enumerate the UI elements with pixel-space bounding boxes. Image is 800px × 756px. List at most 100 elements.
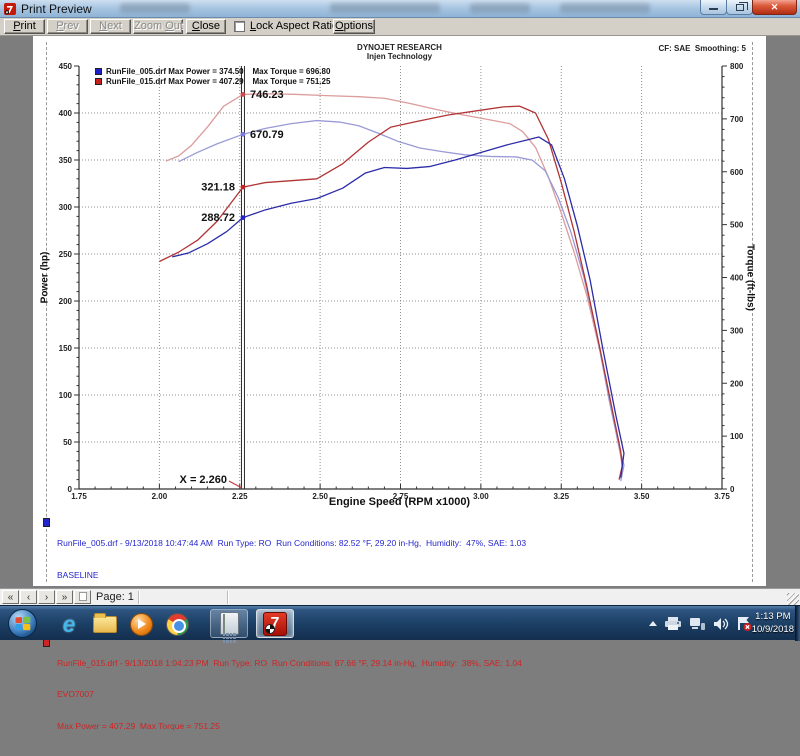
restore-icon xyxy=(735,1,748,11)
svg-text:300: 300 xyxy=(730,326,744,335)
svg-text:150: 150 xyxy=(59,344,73,353)
run-swatch-blue xyxy=(43,518,50,527)
svg-text:600: 600 xyxy=(730,168,744,177)
svg-text:100: 100 xyxy=(730,432,744,441)
close-icon: ✕ xyxy=(770,1,779,12)
run-line3: Max Power = 407.29 Max Torque = 751.25 xyxy=(57,720,220,731)
cursor-value-label: 321.18 xyxy=(201,182,235,194)
right-axis-title: Torque (ft-lbs) xyxy=(744,243,756,312)
folder-icon xyxy=(93,612,117,633)
legend-row-baseline: RunFile_005.drf Max Power = 374.50 Max T… xyxy=(95,66,330,76)
zoom-out-button[interactable]: Zoom Out xyxy=(133,19,183,34)
titlebar-glass-smudge xyxy=(120,3,190,13)
legend-label: RunFile_005.drf Max Power = 374.50 Max T… xyxy=(106,66,331,76)
calculator-icon xyxy=(219,612,239,643)
svg-text:300: 300 xyxy=(59,203,73,212)
last-page-button[interactable]: » xyxy=(56,590,73,604)
titlebar: Print Preview ✕ xyxy=(0,0,800,18)
system-tray xyxy=(649,606,752,641)
next-page-button[interactable]: › xyxy=(38,590,55,604)
taskbar-clock[interactable]: 1:13 PM 10/9/2018 xyxy=(752,610,794,636)
prev-button[interactable]: Prev xyxy=(47,19,88,34)
svg-text:800: 800 xyxy=(730,62,744,71)
legend-label: RunFile_015.drf Max Power = 407.29 Max T… xyxy=(106,76,331,86)
restore-button[interactable] xyxy=(726,0,753,15)
cursor-value-label: 670.79 xyxy=(250,129,284,141)
taskbar: e 7 1:13 PM 10/9/2018 xyxy=(0,605,800,643)
cursor-value-label: 746.23 xyxy=(250,89,284,101)
run-line2: BASELINE xyxy=(57,569,99,580)
chart-legend: RunFile_005.drf Max Power = 374.50 Max T… xyxy=(95,66,330,86)
network-icon[interactable] xyxy=(689,617,706,631)
statusbar-separator xyxy=(227,591,228,604)
series-line-runfile_005-torque xyxy=(178,119,625,482)
taskbar-item-explorer[interactable] xyxy=(88,611,122,637)
svg-text:200: 200 xyxy=(730,379,744,388)
action-center-flag-icon[interactable] xyxy=(736,616,752,631)
legend-swatch-blue xyxy=(95,67,102,75)
media-player-icon xyxy=(129,612,153,636)
statusbar-separator xyxy=(138,591,139,604)
options-button[interactable]: Options xyxy=(333,19,375,34)
cursor-value-label: 288.72 xyxy=(201,212,235,224)
prev-page-button[interactable]: ‹ xyxy=(20,590,37,604)
run-info-evo7007: RunFile_015.drf - 9/13/2018 1:04:23 PM R… xyxy=(43,637,526,753)
legend-swatch-red xyxy=(95,77,102,85)
windows-logo-icon xyxy=(15,616,31,631)
printer-icon[interactable] xyxy=(664,616,682,631)
svg-text:100: 100 xyxy=(59,391,73,400)
svg-text:450: 450 xyxy=(59,62,73,71)
run-line2: EVO7007 xyxy=(57,689,94,699)
app-icon xyxy=(4,3,16,15)
volume-icon[interactable] xyxy=(713,617,729,631)
close-button[interactable]: Close xyxy=(186,19,226,34)
svg-text:200: 200 xyxy=(59,297,73,306)
run-line1: RunFile_005.drf - 9/13/2018 10:47:44 AM … xyxy=(57,538,527,548)
print-preview-toolbar: Print Prev Next Zoom Out Close Lock Aspe… xyxy=(0,18,800,36)
hidden-icons-chevron[interactable] xyxy=(649,621,657,626)
lock-aspect-ratio-checkbox[interactable] xyxy=(234,21,245,32)
svg-text:500: 500 xyxy=(730,221,744,230)
resize-grip[interactable] xyxy=(787,593,799,605)
close-window-button[interactable]: ✕ xyxy=(752,0,797,15)
svg-text:700: 700 xyxy=(730,115,744,124)
clock-date: 10/9/2018 xyxy=(751,624,794,635)
start-button[interactable] xyxy=(8,609,37,638)
lock-aspect-ratio-label: Lock Aspect Ratio xyxy=(250,20,339,32)
page-doc-icon xyxy=(78,592,87,601)
svg-text:0: 0 xyxy=(730,485,735,494)
print-preview-area: DYNOJET RESEARCH Injen Technology CF: SA… xyxy=(0,36,800,731)
dynojet-winpep-icon: 7 xyxy=(263,611,287,636)
print-button[interactable]: Print xyxy=(4,19,45,34)
svg-text:400: 400 xyxy=(730,274,744,283)
legend-row-evo7007: RunFile_015.drf Max Power = 407.29 Max T… xyxy=(95,76,330,86)
chrome-icon xyxy=(165,612,189,636)
clock-time: 1:13 PM xyxy=(755,611,791,622)
x-axis-title: Engine Speed (RPM x1000) xyxy=(328,496,471,508)
page-number-label: Page: 1 xyxy=(96,591,134,603)
taskbar-item-media-player[interactable] xyxy=(124,611,158,637)
run-line1: RunFile_015.drf - 9/13/2018 1:04:23 PM R… xyxy=(57,657,522,668)
report-page: DYNOJET RESEARCH Injen Technology CF: SA… xyxy=(33,36,766,731)
minimize-button[interactable] xyxy=(700,0,727,15)
print-page-button[interactable] xyxy=(74,590,91,604)
statusbar: « ‹ › » Page: 1 xyxy=(0,588,800,605)
taskbar-item-chrome[interactable] xyxy=(160,611,194,637)
taskbar-item-internet-explorer[interactable]: e xyxy=(52,611,86,637)
first-page-button[interactable]: « xyxy=(2,590,19,604)
taskbar-item-calculator[interactable] xyxy=(210,609,248,643)
left-axis-title: Power (hp) xyxy=(39,251,51,304)
show-desktop-button[interactable] xyxy=(795,606,800,641)
titlebar-glass-smudge xyxy=(330,3,440,13)
minimize-icon xyxy=(709,7,718,10)
next-button[interactable]: Next xyxy=(90,19,131,34)
taskbar-item-dynojet-winpep[interactable]: 7 xyxy=(256,609,294,638)
svg-text:0: 0 xyxy=(68,485,73,494)
titlebar-glass-smudge xyxy=(470,3,530,13)
svg-text:250: 250 xyxy=(59,250,73,259)
internet-explorer-icon: e xyxy=(62,610,76,637)
svg-text:50: 50 xyxy=(63,438,72,447)
window-title: Print Preview xyxy=(21,2,92,16)
cursor-x-label: X = 2.260 xyxy=(180,474,227,486)
svg-text:400: 400 xyxy=(59,109,73,118)
